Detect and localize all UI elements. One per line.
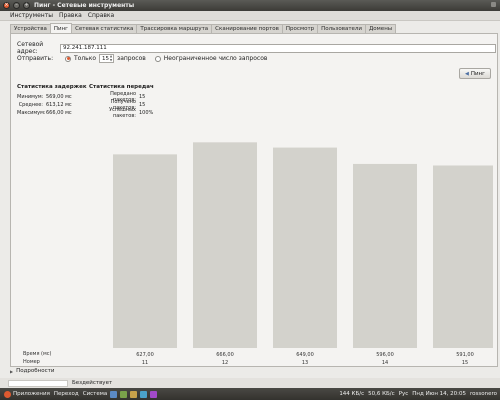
ping-chart-svg: 627,00 11 666,00 12 649,00 13 596,00 14 591,00 15 [113, 142, 497, 366]
expander-arrow-icon: ▶ [10, 368, 14, 374]
system-menu[interactable]: Система [83, 391, 108, 397]
status-bar: Бездействует [0, 378, 500, 388]
transfer-stats: Статистика передач Передано пакетов: 15 … [89, 84, 154, 119]
stat-value: 666,00 мс [46, 110, 72, 116]
terminal-launcher-icon[interactable] [120, 390, 128, 398]
send-row: Отправить: Только 15 ▲ ▼ запросов Неогран… [17, 54, 267, 63]
tab-traceroute[interactable]: Трассировка маршрута [136, 24, 213, 33]
window-restore-icon[interactable] [491, 2, 496, 7]
chart-bar [193, 142, 257, 348]
tab-port-scan[interactable]: Сканирование портов [211, 24, 283, 33]
progress-field [8, 379, 68, 387]
system-tray: 144 КБ/с 50,6 КБ/с Рус Пнд Июн 14, 20:05… [339, 388, 497, 400]
delay-stats: Статистика задержек Минимум: 569,00 мс С… [17, 84, 87, 117]
address-label: Сетевой адрес: [17, 41, 44, 55]
address-input[interactable]: 92.241.187.111 [60, 43, 496, 53]
bar-number-label: 12 [222, 360, 228, 366]
chart-bar [113, 154, 177, 348]
stat-value: 569,00 мс [46, 94, 72, 100]
download-speed: 144 КБ/с [339, 391, 365, 397]
details-label: Подробности [16, 368, 55, 374]
title-bar: × – + Пинг - Сетевые инструменты [0, 0, 500, 11]
count-spinner[interactable]: 15 ▲ ▼ [99, 54, 115, 63]
files-launcher-icon[interactable] [130, 390, 138, 398]
bar-value-label: 666,00 [216, 352, 234, 358]
delay-stats-title: Статистика задержек [17, 84, 87, 90]
bar-value-label: 649,00 [296, 352, 314, 358]
ubuntu-logo-icon [4, 390, 11, 398]
stat-row: Максимум: 666,00 мс [17, 109, 87, 117]
stat-row: Успешных пакетов: 100% [89, 107, 154, 119]
tab-netstat[interactable]: Сетевая статистика [71, 24, 138, 33]
clock[interactable]: Пнд Июн 14, 20:05 [412, 391, 466, 397]
stat-value: 613,12 мс [46, 102, 72, 108]
places-menu[interactable]: Переход [54, 391, 79, 397]
taskbar: Приложения Переход Система 144 КБ/с 50,6… [0, 388, 500, 400]
bar-number-label: 14 [382, 360, 388, 366]
tab-whois[interactable]: Домены [365, 24, 397, 33]
tab-lookup[interactable]: Просмотр [281, 24, 319, 33]
window-title: Пинг - Сетевые инструменты [34, 2, 135, 9]
bar-number-label: 15 [462, 360, 468, 366]
system-label: Система [82, 391, 108, 397]
address-row: Сетевой адрес: 92.241.187.111 [17, 41, 496, 55]
bar-number-label: 13 [302, 360, 308, 366]
stat-key: Среднее: [18, 102, 43, 108]
stat-key: Минимум: [17, 94, 44, 100]
mail-launcher-icon[interactable] [140, 390, 148, 398]
status-text: Бездействует [72, 380, 113, 386]
upload-speed: 50,6 КБ/с [368, 391, 395, 397]
chart-bar [353, 163, 417, 348]
maximize-window-button[interactable]: + [23, 2, 30, 9]
menu-edit[interactable]: Правка [59, 12, 82, 19]
tab-bar: Устройства Пинг Сетевая статистика Трасс… [10, 23, 397, 33]
ping-icon: ◀ [464, 70, 469, 77]
chart-bar [433, 165, 497, 348]
tab-finger[interactable]: Пользователи [317, 24, 366, 33]
stat-value: 100% [139, 110, 154, 116]
unlimited-radio[interactable] [154, 55, 161, 62]
ping-panel: Сетевой адрес: 92.241.187.111 Отправить:… [10, 33, 498, 367]
stat-key: Успешных пакетов: [109, 107, 136, 119]
stat-row: Минимум: 569,00 мс [17, 93, 87, 101]
browser-launcher-icon[interactable] [110, 390, 118, 398]
close-window-button[interactable]: × [3, 2, 10, 9]
ping-button-label: Пинг [470, 70, 486, 77]
ping-chart: 627,00 11 666,00 12 649,00 13 596,00 14 591,00 15… [15, 130, 497, 366]
number-row-label: Номер [23, 359, 40, 365]
requests-label: запросов [117, 55, 146, 62]
details-expander[interactable]: ▶ Подробности [10, 368, 54, 374]
minimize-window-button[interactable]: – [13, 2, 20, 9]
applications-menu[interactable]: Приложения [4, 390, 50, 398]
stat-row: Среднее: 613,12 мс [17, 101, 87, 109]
time-row-label: Время (мс) [23, 351, 52, 357]
media-launcher-icon[interactable] [150, 390, 158, 398]
only-label: Только [74, 55, 97, 62]
tab-devices[interactable]: Устройства [10, 24, 51, 33]
menu-tools[interactable]: Инструменты [10, 12, 53, 19]
stat-value: 15 [139, 94, 146, 100]
user-name[interactable]: rossonero [470, 391, 497, 397]
only-radio[interactable] [65, 55, 71, 62]
menu-bar: Инструменты Правка Справка [0, 11, 500, 21]
stat-key: Максимум: [17, 110, 46, 116]
spinner-arrows-icon[interactable]: ▲ ▼ [109, 54, 113, 62]
applications-label: Приложения [13, 391, 50, 397]
bar-number-label: 11 [142, 360, 148, 366]
transfer-stats-title: Статистика передач [89, 84, 154, 90]
chart-bar [273, 147, 337, 348]
stat-value: 15 [139, 102, 146, 108]
tab-ping[interactable]: Пинг [49, 23, 73, 33]
unlimited-label: Неограниченное число запросов [163, 55, 268, 62]
menu-help[interactable]: Справка [88, 12, 114, 19]
bar-value-label: 591,00 [456, 352, 474, 358]
keyboard-layout[interactable]: Рус [399, 391, 409, 397]
ping-button[interactable]: ◀ Пинг [459, 68, 491, 79]
bar-value-label: 596,00 [376, 352, 394, 358]
send-label: Отправить: [17, 55, 54, 62]
address-value: 92.241.187.111 [63, 45, 107, 51]
count-value: 15 [102, 55, 110, 62]
places-label: Переход [53, 391, 79, 397]
bar-value-label: 627,00 [136, 352, 154, 358]
